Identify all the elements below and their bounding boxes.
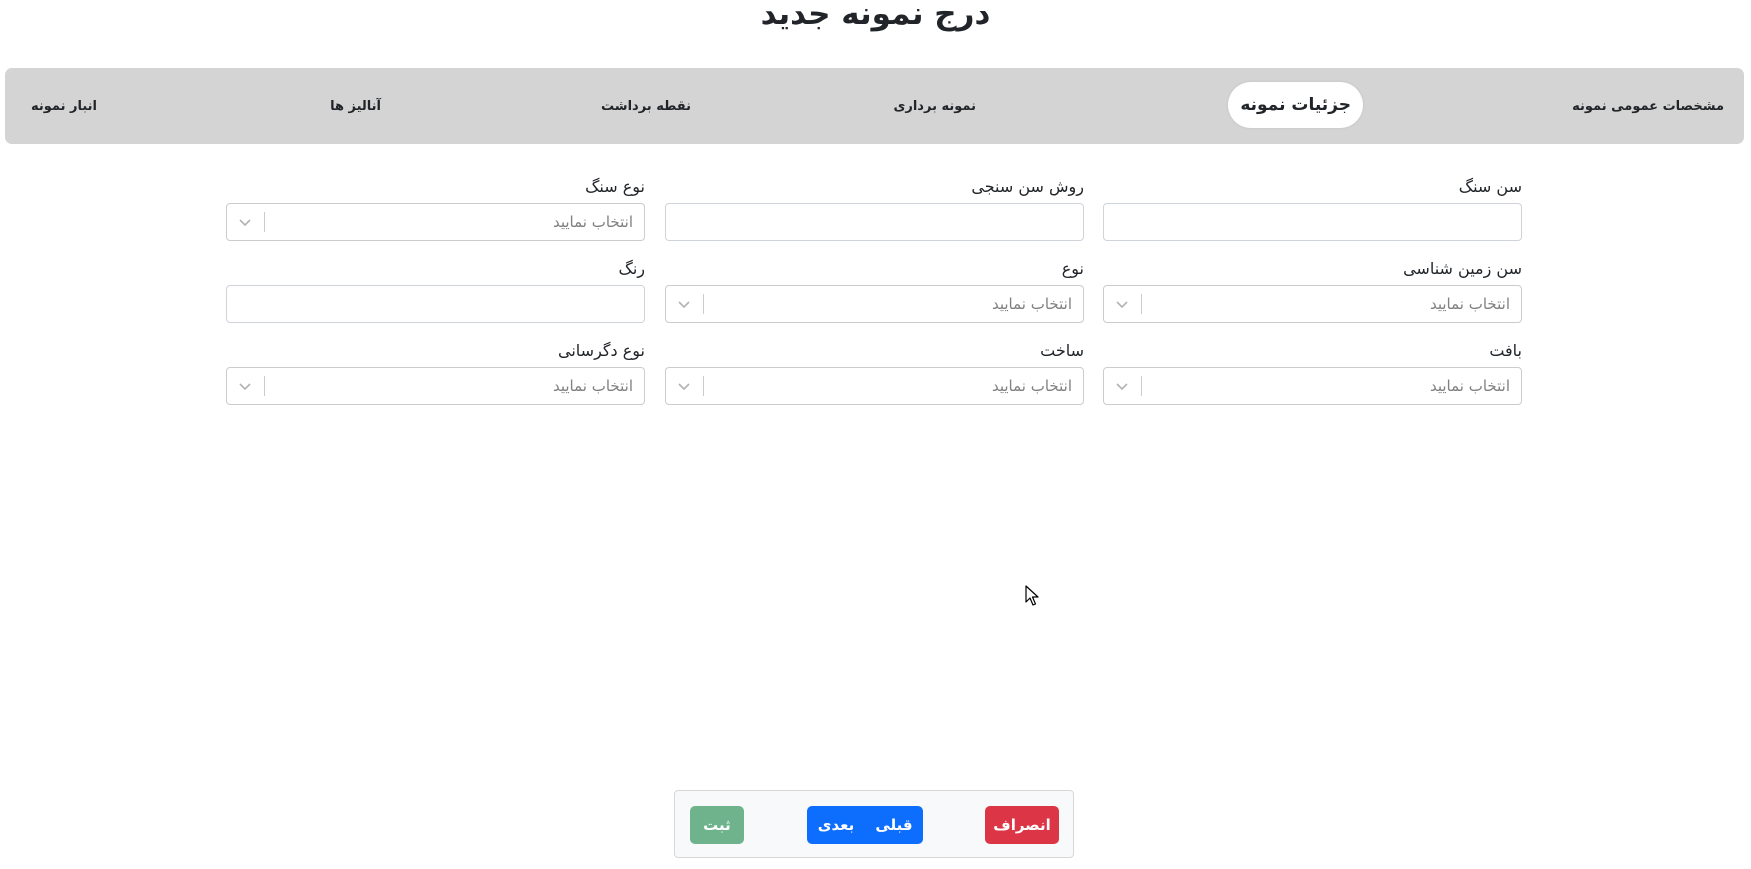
select-separator bbox=[1141, 376, 1142, 396]
alteration-type-label: نوع دگرسانی bbox=[558, 341, 645, 360]
type-select[interactable]: انتخاب نمایید bbox=[665, 285, 1084, 323]
submit-button[interactable]: ثبت bbox=[690, 806, 744, 844]
select-separator bbox=[703, 376, 704, 396]
mouse-pointer-icon bbox=[1025, 585, 1039, 606]
chevron-down-icon[interactable] bbox=[1112, 376, 1132, 396]
field-alteration-type: نوع دگرسانی انتخاب نمایید bbox=[226, 340, 645, 405]
form-actions-bar: ثبت بعدی قبلی انصراف bbox=[674, 790, 1074, 858]
structure-select[interactable]: انتخاب نمایید bbox=[665, 367, 1084, 405]
alteration-type-select[interactable]: انتخاب نمایید bbox=[226, 367, 645, 405]
alteration-type-placeholder: انتخاب نمایید bbox=[552, 377, 633, 395]
texture-select[interactable]: انتخاب نمایید bbox=[1103, 367, 1522, 405]
step-sampling[interactable]: نمونه برداری bbox=[893, 68, 976, 144]
field-type: نوع انتخاب نمایید bbox=[665, 258, 1084, 323]
color-label: رنگ bbox=[618, 259, 646, 278]
field-structure: ساخت انتخاب نمایید bbox=[665, 340, 1084, 405]
rock-type-label: نوع سنگ bbox=[585, 177, 645, 196]
field-rock-age: سن سنگ bbox=[1103, 176, 1522, 241]
previous-button[interactable]: قبلی bbox=[865, 806, 923, 844]
type-placeholder: انتخاب نمایید bbox=[991, 295, 1072, 313]
chevron-down-icon[interactable] bbox=[674, 376, 694, 396]
next-button[interactable]: بعدی bbox=[807, 806, 865, 844]
step-general-info[interactable]: مشخصات عمومی نمونه bbox=[1572, 68, 1724, 144]
rock-age-input[interactable] bbox=[1103, 203, 1522, 241]
page-title: درج نمونه جدید bbox=[760, 0, 991, 32]
field-rock-type: نوع سنگ انتخاب نمایید bbox=[226, 176, 645, 241]
select-separator bbox=[1141, 294, 1142, 314]
geological-age-label: سن زمین شناسی bbox=[1403, 259, 1522, 278]
type-label: نوع bbox=[1061, 259, 1084, 278]
dating-method-input[interactable] bbox=[665, 203, 1084, 241]
rock-type-placeholder: انتخاب نمایید bbox=[552, 213, 633, 231]
rock-type-select[interactable]: انتخاب نمایید bbox=[226, 203, 645, 241]
step-pickup-point[interactable]: نقطه برداشت bbox=[601, 68, 691, 144]
geological-age-select[interactable]: انتخاب نمایید bbox=[1103, 285, 1522, 323]
field-dating-method: روش سن سنجی bbox=[665, 176, 1084, 241]
dating-method-label: روش سن سنجی bbox=[971, 177, 1084, 196]
select-separator bbox=[264, 212, 265, 232]
page: درج نمونه جدید مشخصات عمومی نمونه جزئیات… bbox=[0, 0, 1751, 869]
chevron-down-icon[interactable] bbox=[235, 376, 255, 396]
chevron-down-icon[interactable] bbox=[1112, 294, 1132, 314]
select-separator bbox=[703, 294, 704, 314]
geological-age-placeholder: انتخاب نمایید bbox=[1429, 295, 1510, 313]
step-sample-details[interactable]: جزئیات نمونه bbox=[1228, 82, 1363, 128]
texture-label: بافت bbox=[1489, 341, 1522, 360]
field-geological-age: سن زمین شناسی انتخاب نمایید bbox=[1103, 258, 1522, 323]
navigation-button-group: بعدی قبلی bbox=[807, 806, 923, 844]
wizard-stepper: مشخصات عمومی نمونه جزئیات نمونه نمونه بر… bbox=[5, 68, 1744, 144]
field-texture: بافت انتخاب نمایید bbox=[1103, 340, 1522, 405]
field-color: رنگ bbox=[226, 258, 645, 323]
chevron-down-icon[interactable] bbox=[235, 212, 255, 232]
step-analyses[interactable]: آنالیز ها bbox=[330, 68, 381, 144]
step-sample-storage[interactable]: انبار نمونه bbox=[31, 68, 97, 144]
texture-placeholder: انتخاب نمایید bbox=[1429, 377, 1510, 395]
structure-placeholder: انتخاب نمایید bbox=[991, 377, 1072, 395]
color-input[interactable] bbox=[226, 285, 645, 323]
chevron-down-icon[interactable] bbox=[674, 294, 694, 314]
select-separator bbox=[264, 376, 265, 396]
rock-age-label: سن سنگ bbox=[1458, 177, 1522, 196]
structure-label: ساخت bbox=[1040, 341, 1084, 360]
cancel-button[interactable]: انصراف bbox=[985, 806, 1059, 844]
